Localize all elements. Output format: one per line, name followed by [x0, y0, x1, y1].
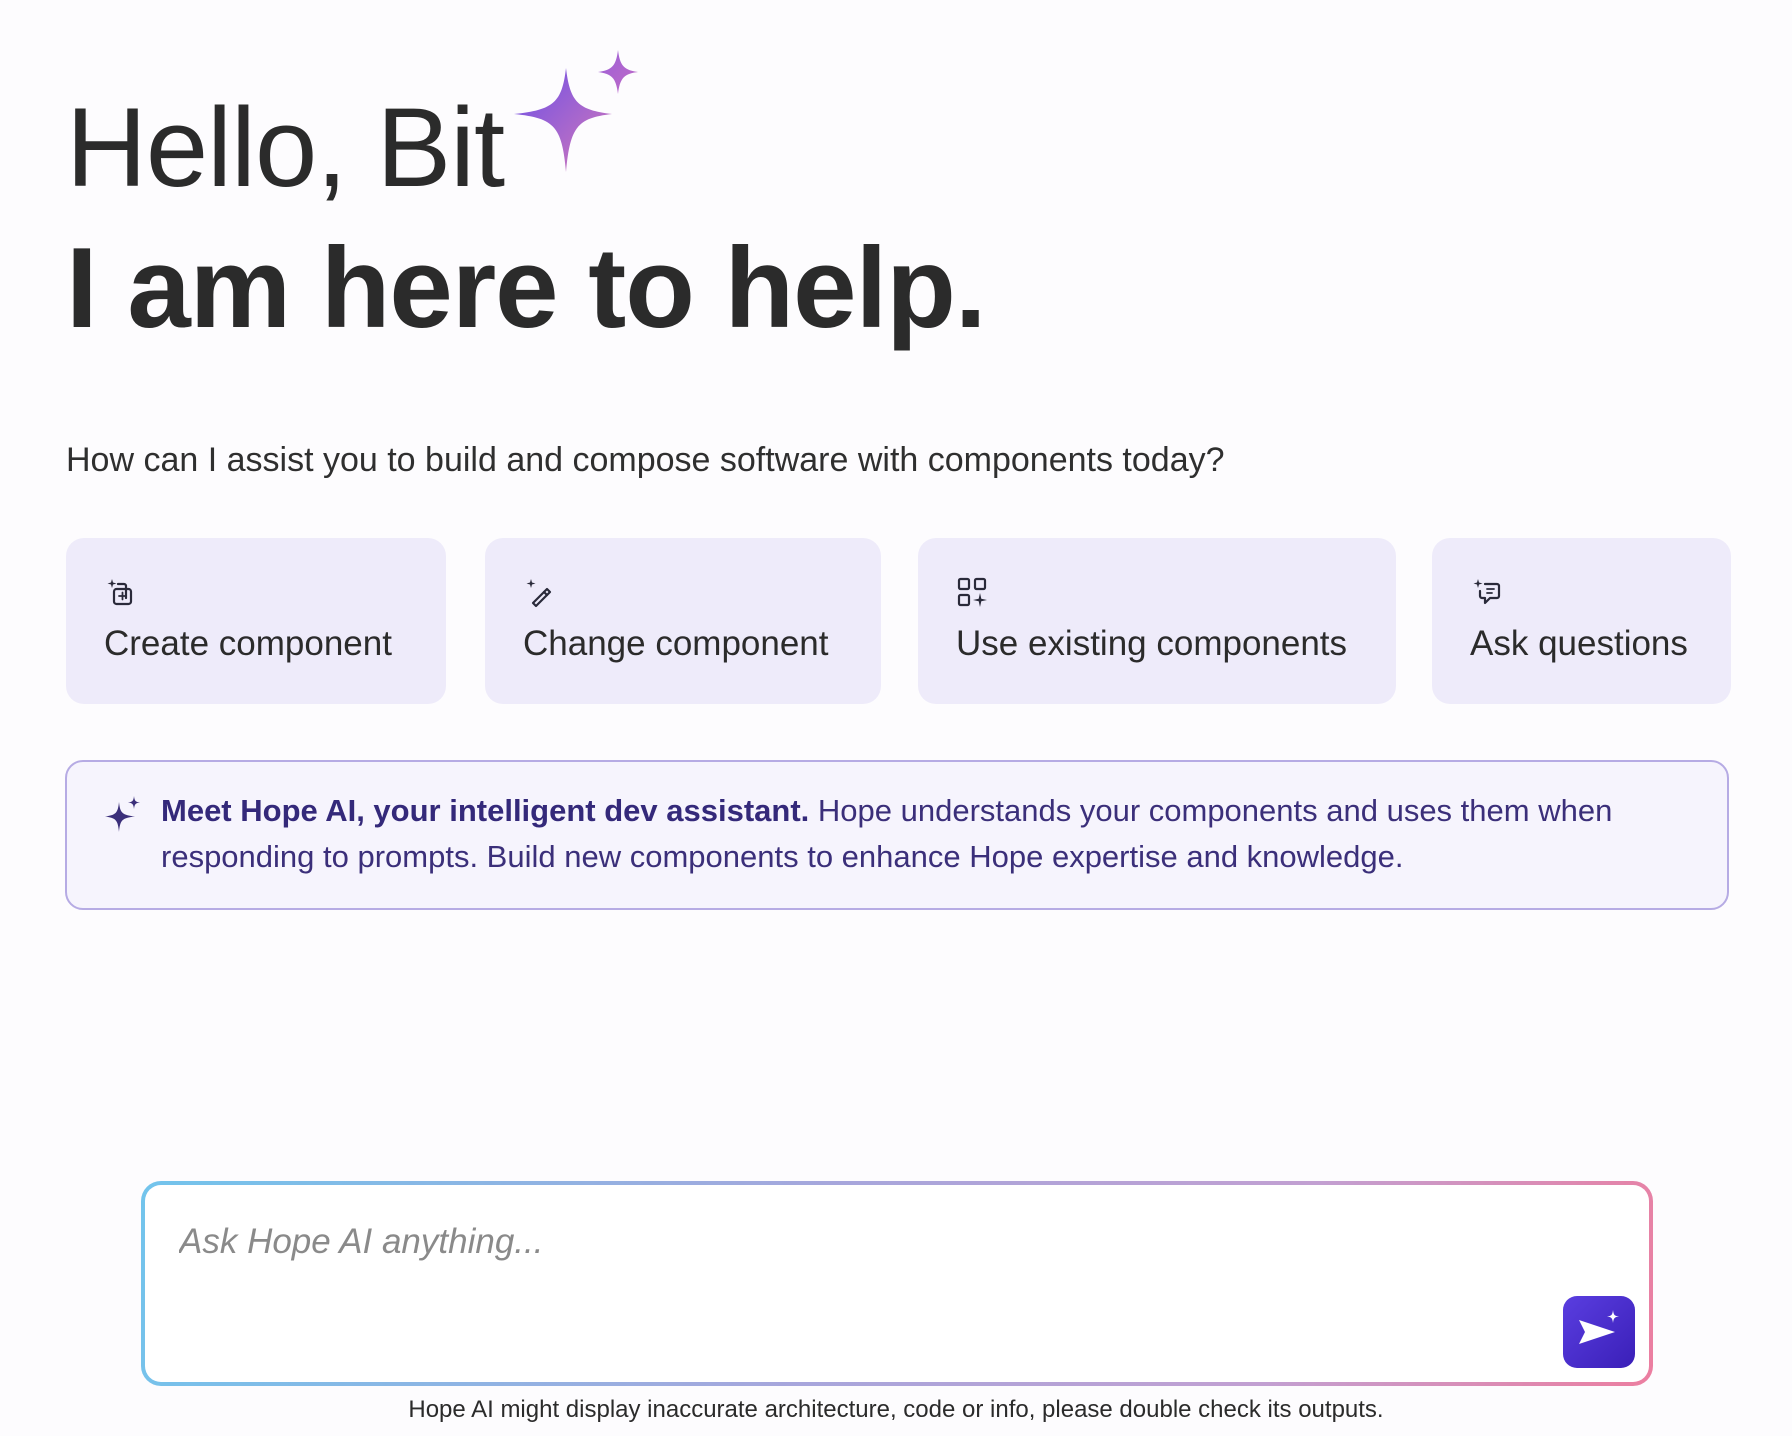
send-button[interactable]: [1563, 1296, 1635, 1368]
info-banner: Meet Hope AI, your intelligent dev assis…: [65, 760, 1729, 910]
hope-ai-home: Hello, Bit I am here to help. How can I …: [0, 0, 1792, 1436]
subheading: How can I assist you to build and compos…: [66, 441, 1225, 479]
create-component-button[interactable]: Create component: [66, 538, 446, 704]
ask-questions-button[interactable]: Ask questions: [1432, 538, 1731, 704]
card-label: Change component: [523, 624, 829, 663]
prompt-composer: [141, 1181, 1653, 1386]
magic-wand-icon: [526, 579, 552, 608]
use-existing-components-button[interactable]: Use existing components: [918, 538, 1396, 704]
card-label: Use existing components: [956, 624, 1348, 663]
info-bold-text: Meet Hope AI, your intelligent dev assis…: [161, 793, 810, 828]
card-label: Create component: [104, 624, 392, 663]
disclaimer: Hope AI might display inaccurate archite…: [408, 1396, 1384, 1423]
component-grid-icon: [957, 577, 987, 607]
send-sparkle-icon: [1579, 1310, 1619, 1344]
create-component-icon: [107, 579, 133, 606]
composer-box: [145, 1185, 1649, 1382]
sparkle-icon: [514, 50, 638, 172]
greeting: Hello, Bit: [66, 85, 505, 210]
info-text: Meet Hope AI, your intelligent dev assis…: [161, 788, 1701, 880]
change-component-button[interactable]: Change component: [485, 538, 881, 704]
card-label: Ask questions: [1470, 624, 1688, 663]
prompt-input[interactable]: [177, 1211, 1561, 1273]
chat-sparkle-icon: [1473, 579, 1501, 605]
headline: I am here to help.: [66, 225, 987, 352]
sparkle-icon: [105, 796, 140, 832]
